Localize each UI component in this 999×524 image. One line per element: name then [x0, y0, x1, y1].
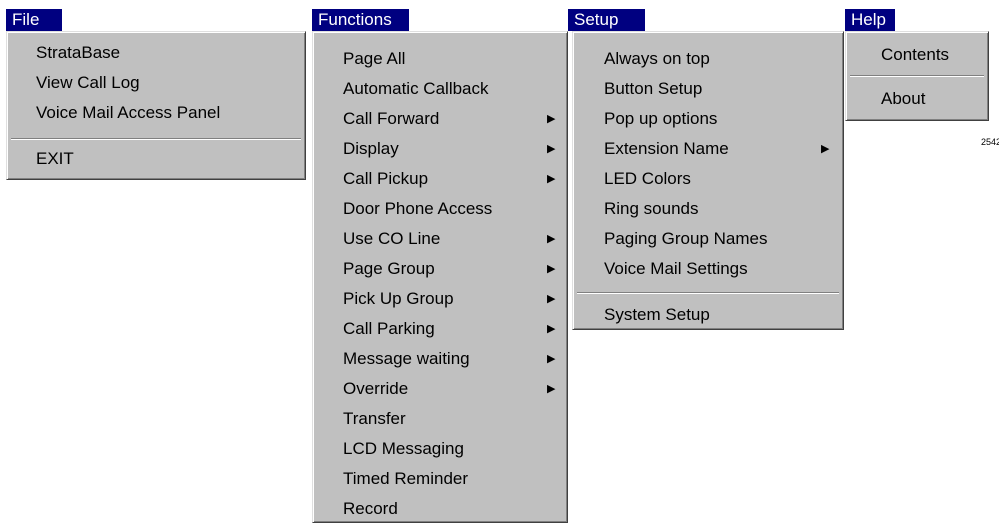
file-menu: StrataBase View Call Log Voice Mail Acce… — [6, 31, 306, 180]
menu-title-setup-label: Setup — [574, 10, 619, 29]
menu-item-call-forward[interactable]: Call Forward ▶ — [313, 104, 567, 134]
menu-item-transfer[interactable]: Transfer — [313, 404, 567, 434]
submenu-arrow-icon: ▶ — [547, 353, 556, 365]
menu-item-pop-up-options[interactable]: Pop up options — [573, 104, 843, 134]
submenu-arrow-icon: ▶ — [547, 143, 556, 155]
menu-title-functions-label: Functions — [318, 10, 392, 29]
figure-code: 2542 — [981, 137, 999, 147]
menu-title-help-label: Help — [851, 10, 886, 29]
menu-item-page-group[interactable]: Page Group ▶ — [313, 254, 567, 284]
submenu-arrow-icon: ▶ — [547, 293, 556, 305]
menu-item-message-waiting[interactable]: Message waiting ▶ — [313, 344, 567, 374]
menu-item-automatic-callback[interactable]: Automatic Callback — [313, 74, 567, 104]
menu-item-view-call-log[interactable]: View Call Log — [7, 68, 305, 98]
setup-menu: Always on top Button Setup Pop up option… — [572, 31, 844, 330]
menu-item-button-setup[interactable]: Button Setup — [573, 74, 843, 104]
menu-item-about[interactable]: About — [846, 84, 988, 114]
submenu-arrow-icon: ▶ — [821, 143, 830, 155]
help-menu: Contents About — [845, 31, 989, 121]
menu-item-voice-mail-settings[interactable]: Voice Mail Settings — [573, 254, 843, 284]
menu-item-call-parking[interactable]: Call Parking ▶ — [313, 314, 567, 344]
menu-item-timed-reminder[interactable]: Timed Reminder — [313, 464, 567, 494]
menu-title-file-label: File — [12, 10, 40, 29]
menu-item-extension-name[interactable]: Extension Name ▶ — [573, 134, 843, 164]
menu-item-record[interactable]: Record — [313, 494, 567, 524]
submenu-arrow-icon: ▶ — [547, 113, 556, 125]
menu-item-pick-up-group[interactable]: Pick Up Group ▶ — [313, 284, 567, 314]
menu-item-exit[interactable]: EXIT — [7, 144, 305, 174]
menu-title-setup[interactable]: Setup — [568, 9, 645, 31]
submenu-arrow-icon: ▶ — [547, 173, 556, 185]
menu-item-door-phone-access[interactable]: Door Phone Access — [313, 194, 567, 224]
menu-title-file[interactable]: File — [6, 9, 62, 31]
submenu-arrow-icon: ▶ — [547, 233, 556, 245]
menu-item-ring-sounds[interactable]: Ring sounds — [573, 194, 843, 224]
menu-title-functions[interactable]: Functions — [312, 9, 409, 31]
submenu-arrow-icon: ▶ — [547, 263, 556, 275]
menu-item-always-on-top[interactable]: Always on top — [573, 44, 843, 74]
menu-item-display[interactable]: Display ▶ — [313, 134, 567, 164]
menu-item-override[interactable]: Override ▶ — [313, 374, 567, 404]
menu-title-help[interactable]: Help — [845, 9, 895, 31]
menu-item-system-setup[interactable]: System Setup — [573, 300, 843, 330]
menu-item-page-all[interactable]: Page All — [313, 44, 567, 74]
menu-item-voice-mail-access-panel[interactable]: Voice Mail Access Panel — [7, 98, 305, 128]
menu-item-led-colors[interactable]: LED Colors — [573, 164, 843, 194]
menu-item-paging-group-names[interactable]: Paging Group Names — [573, 224, 843, 254]
menu-item-call-pickup[interactable]: Call Pickup ▶ — [313, 164, 567, 194]
menu-item-contents[interactable]: Contents — [846, 40, 988, 70]
menu-item-use-co-line[interactable]: Use CO Line ▶ — [313, 224, 567, 254]
submenu-arrow-icon: ▶ — [547, 383, 556, 395]
functions-menu: Page All Automatic Callback Call Forward… — [312, 31, 568, 523]
submenu-arrow-icon: ▶ — [547, 323, 556, 335]
menu-item-lcd-messaging[interactable]: LCD Messaging — [313, 434, 567, 464]
menu-item-stratabase[interactable]: StrataBase — [7, 38, 305, 68]
